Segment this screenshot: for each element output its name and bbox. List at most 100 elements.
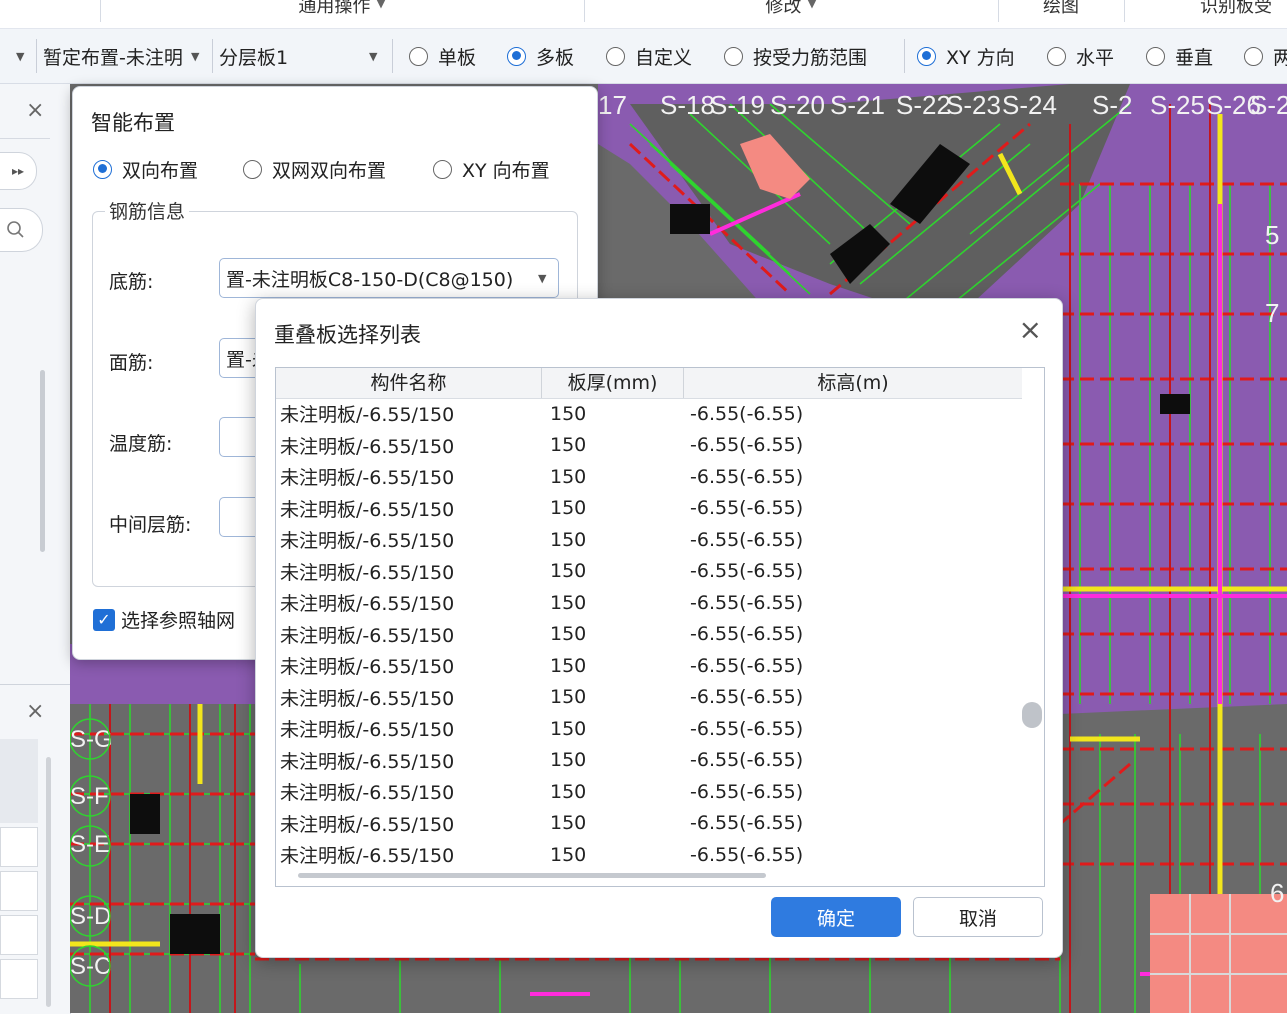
search-button[interactable] <box>0 208 43 252</box>
cell-name: 未注明板/-6.55/150 <box>280 404 455 427</box>
table-row[interactable]: 未注明板/-6.55/150 150 -6.55(-6.55) <box>276 808 1022 840</box>
scrollbar-thumb[interactable] <box>46 757 51 1007</box>
overlap-slab-dialog: 重叠板选择列表 × 构件名称 板厚(mm) 标高(m) 未注明板/-6.55/1… <box>255 298 1063 958</box>
search-icon <box>7 221 24 238</box>
radio-bidirectional[interactable]: 双向布置 <box>93 155 198 183</box>
checkmark-icon: ✓ <box>93 608 115 631</box>
cell-name: 未注明板/-6.55/150 <box>280 750 455 773</box>
close-icon[interactable]: × <box>26 699 44 724</box>
radio-circle <box>1146 46 1165 66</box>
toolbar-separator <box>36 39 37 73</box>
ribbon-group-identify[interactable]: 识别板受 <box>1124 0 1287 28</box>
ribbon-group-label: 修改 <box>765 0 802 17</box>
caret-down-icon: ▼ <box>191 49 200 63</box>
table-row[interactable]: 未注明板/-6.55/150 150 -6.55(-6.55) <box>276 839 1022 871</box>
panel-row[interactable] <box>0 827 38 867</box>
table-row[interactable]: 未注明板/-6.55/150 150 -6.55(-6.55) <box>276 745 1022 777</box>
radio-label: 多板 <box>536 46 575 69</box>
cell-name: 未注明板/-6.55/150 <box>280 624 455 647</box>
radio-by-rebar-range[interactable]: 按受力筋范围 <box>724 42 867 70</box>
top-rebar-label: 面筋: <box>109 352 154 374</box>
radio-xy-layout[interactable]: XY 向布置 <box>433 155 550 183</box>
radio-both[interactable]: 两 <box>1244 42 1287 70</box>
column-header-elevation[interactable]: 标高(m) <box>684 368 1022 398</box>
vertical-scrollbar-thumb[interactable] <box>1022 702 1042 728</box>
toolbar-dropdown-arrow[interactable]: ▼ <box>16 39 36 73</box>
layout-combo[interactable]: 暂定布置-未注明 ▼ <box>43 39 211 73</box>
column-header-name[interactable]: 构件名称 <box>276 368 542 398</box>
radio-label: 按受力筋范围 <box>753 46 868 69</box>
panel-row[interactable] <box>0 871 38 911</box>
panel-row[interactable] <box>0 783 38 823</box>
radio-circle <box>724 46 743 66</box>
cell-elevation: -6.55(-6.55) <box>690 717 804 740</box>
cell-elevation: -6.55(-6.55) <box>690 560 804 583</box>
double-chevron-right-icon[interactable]: ▸▸ <box>0 152 37 190</box>
table-row[interactable]: 未注明板/-6.55/150 150 -6.55(-6.55) <box>276 619 1022 651</box>
ribbon-group-general[interactable]: 通用操作 ▼ <box>100 0 584 28</box>
ribbon-group-modify[interactable]: 修改 ▼ <box>584 0 998 28</box>
radio-circle-selected <box>917 46 936 66</box>
table-row[interactable]: 未注明板/-6.55/150 150 -6.55(-6.55) <box>276 682 1022 714</box>
bottom-rebar-label: 底筋: <box>109 271 154 293</box>
ok-button[interactable]: 确定 <box>771 897 901 937</box>
cancel-button[interactable]: 取消 <box>913 897 1043 937</box>
radio-single-slab[interactable]: 单板 <box>409 42 476 70</box>
table-row[interactable]: 未注明板/-6.55/150 150 -6.55(-6.55) <box>276 587 1022 619</box>
bottom-rebar-select[interactable]: 置-未注明板C8-150-D(C8@150) ▼ <box>219 258 559 298</box>
chevron-down-icon: ▼ <box>376 0 386 10</box>
cell-thickness: 150 <box>550 843 587 866</box>
cell-elevation: -6.55(-6.55) <box>690 465 804 488</box>
radio-label: XY 向布置 <box>462 159 550 182</box>
column-header-thickness[interactable]: 板厚(mm) <box>542 368 684 398</box>
radio-horizontal[interactable]: 水平 <box>1047 42 1114 70</box>
panel-row[interactable] <box>0 915 38 955</box>
axis-label: S-21 <box>830 90 885 120</box>
ribbon-group-draw[interactable]: 绘图 <box>998 0 1124 28</box>
cell-elevation: -6.55(-6.55) <box>690 686 804 709</box>
reference-axis-checkbox[interactable]: ✓ 选择参照轴网 <box>93 606 235 633</box>
radio-label: 两 <box>1273 46 1287 69</box>
axis-label: 7 <box>1265 298 1279 328</box>
radio-custom[interactable]: 自定义 <box>606 42 692 70</box>
cell-name: 未注明板/-6.55/150 <box>280 530 455 553</box>
axis-label: 5 <box>1265 220 1279 250</box>
cell-thickness: 150 <box>550 749 587 772</box>
table-row[interactable]: 未注明板/-6.55/150 150 -6.55(-6.55) <box>276 713 1022 745</box>
temperature-rebar-label: 温度筋: <box>109 433 173 455</box>
table-row[interactable]: 未注明板/-6.55/150 150 -6.55(-6.55) <box>276 493 1022 525</box>
close-icon[interactable]: × <box>1019 313 1042 346</box>
table-row[interactable]: 未注明板/-6.55/150 150 -6.55(-6.55) <box>276 430 1022 462</box>
panel-row[interactable] <box>0 959 38 999</box>
dialog-title: 智能布置 <box>91 111 175 135</box>
radio-multi-slab[interactable]: 多板 <box>507 42 574 70</box>
table-row[interactable]: 未注明板/-6.55/150 150 -6.55(-6.55) <box>276 650 1022 682</box>
table-row[interactable]: 未注明板/-6.55/150 150 -6.55(-6.55) <box>276 398 1022 430</box>
slab-list[interactable]: 构件名称 板厚(mm) 标高(m) 未注明板/-6.55/150 150 -6.55… <box>275 367 1045 887</box>
table-row[interactable]: 未注明板/-6.55/150 150 -6.55(-6.55) <box>276 524 1022 556</box>
cell-elevation: -6.55(-6.55) <box>690 843 804 866</box>
toolbar-separator <box>904 39 905 73</box>
axis-label: S-E <box>70 831 110 858</box>
table-row[interactable]: 未注明板/-6.55/150 150 -6.55(-6.55) <box>276 556 1022 588</box>
table-row[interactable]: 未注明板/-6.55/150 150 -6.55(-6.55) <box>276 776 1022 808</box>
table-row[interactable]: 未注明板/-6.55/150 150 -6.55(-6.55) <box>276 461 1022 493</box>
radio-circle <box>1047 46 1066 66</box>
cell-name: 未注明板/-6.55/150 <box>280 435 455 458</box>
panel-row[interactable] <box>0 739 38 783</box>
radio-double-net[interactable]: 双网双向布置 <box>243 155 386 183</box>
list-rows: 未注明板/-6.55/150 150 -6.55(-6.55) 未注明板/-6.55/… <box>276 398 1022 871</box>
cell-elevation: -6.55(-6.55) <box>690 749 804 772</box>
radio-label: 单板 <box>438 46 477 69</box>
middle-rebar-label: 中间层筋: <box>109 514 192 536</box>
cell-elevation: -6.55(-6.55) <box>690 434 804 457</box>
ribbon-group-label: 识别板受 <box>1200 0 1272 17</box>
radio-xy-direction[interactable]: XY 方向 <box>917 42 1015 70</box>
radio-vertical[interactable]: 垂直 <box>1146 42 1213 70</box>
horizontal-scrollbar-thumb[interactable] <box>298 873 766 878</box>
scrollbar-thumb[interactable] <box>40 370 45 552</box>
close-icon[interactable]: × <box>26 98 44 123</box>
radio-circle <box>1244 46 1263 66</box>
layer-combo[interactable]: 分层板1 ▼ <box>219 39 387 73</box>
cell-name: 未注明板/-6.55/150 <box>280 813 455 836</box>
